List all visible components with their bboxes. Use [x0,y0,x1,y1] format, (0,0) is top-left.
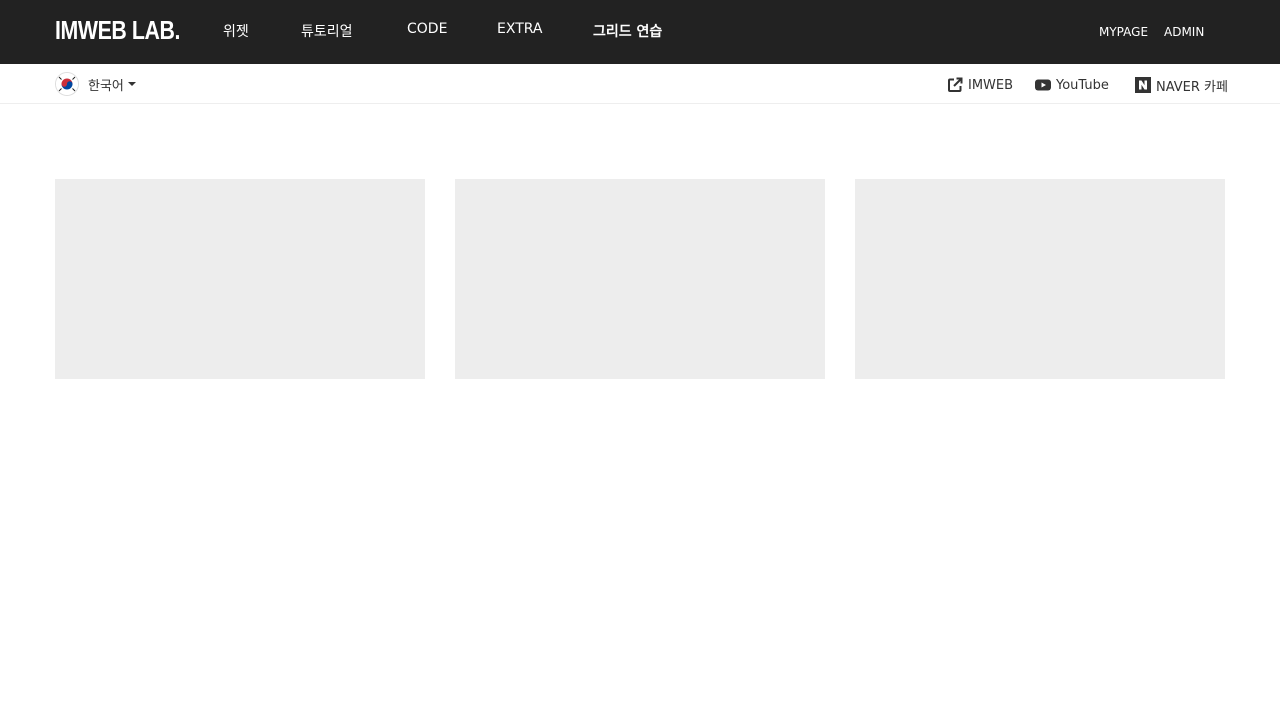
language-selector[interactable]: 한국어 [55,72,136,96]
language-label: 한국어 [88,78,124,94]
grid-card-3 [855,179,1225,379]
naver-cafe-link-label: NAVER 카페 [1156,79,1228,95]
external-link-icon [948,77,963,92]
nav-item-grid-practice[interactable]: 그리드 연습 [593,21,662,41]
nav-item-extra[interactable]: EXTRA [497,21,542,37]
nav-item-tutorial[interactable]: 튜토리얼 [301,21,353,41]
naver-cafe-link[interactable]: NAVER 카페 [1135,76,1228,95]
imweb-link-label: IMWEB [968,77,1014,93]
site-logo[interactable]: IMWEB LAB. [55,15,180,46]
nav-item-widget[interactable]: 위젯 [223,21,249,41]
imweb-link[interactable]: IMWEB [947,76,1013,94]
admin-link[interactable]: ADMIN [1164,25,1204,39]
top-navbar: IMWEB LAB. 위젯 튜토리얼 CODE EXTRA 그리드 연습 MYP… [0,0,1280,64]
korea-flag-icon [55,72,79,96]
grid-card-1 [55,179,425,379]
youtube-icon [1035,79,1051,91]
sub-toolbar: 한국어 IMWEB YouTube NAVER 카페 [0,64,1280,104]
mypage-link[interactable]: MYPAGE [1099,25,1148,39]
nav-item-code[interactable]: CODE [407,21,447,37]
naver-icon [1135,77,1151,93]
youtube-link[interactable]: YouTube [1035,76,1109,94]
youtube-link-label: YouTube [1056,77,1109,93]
grid-card-2 [455,179,825,379]
caret-down-icon [127,82,136,86]
